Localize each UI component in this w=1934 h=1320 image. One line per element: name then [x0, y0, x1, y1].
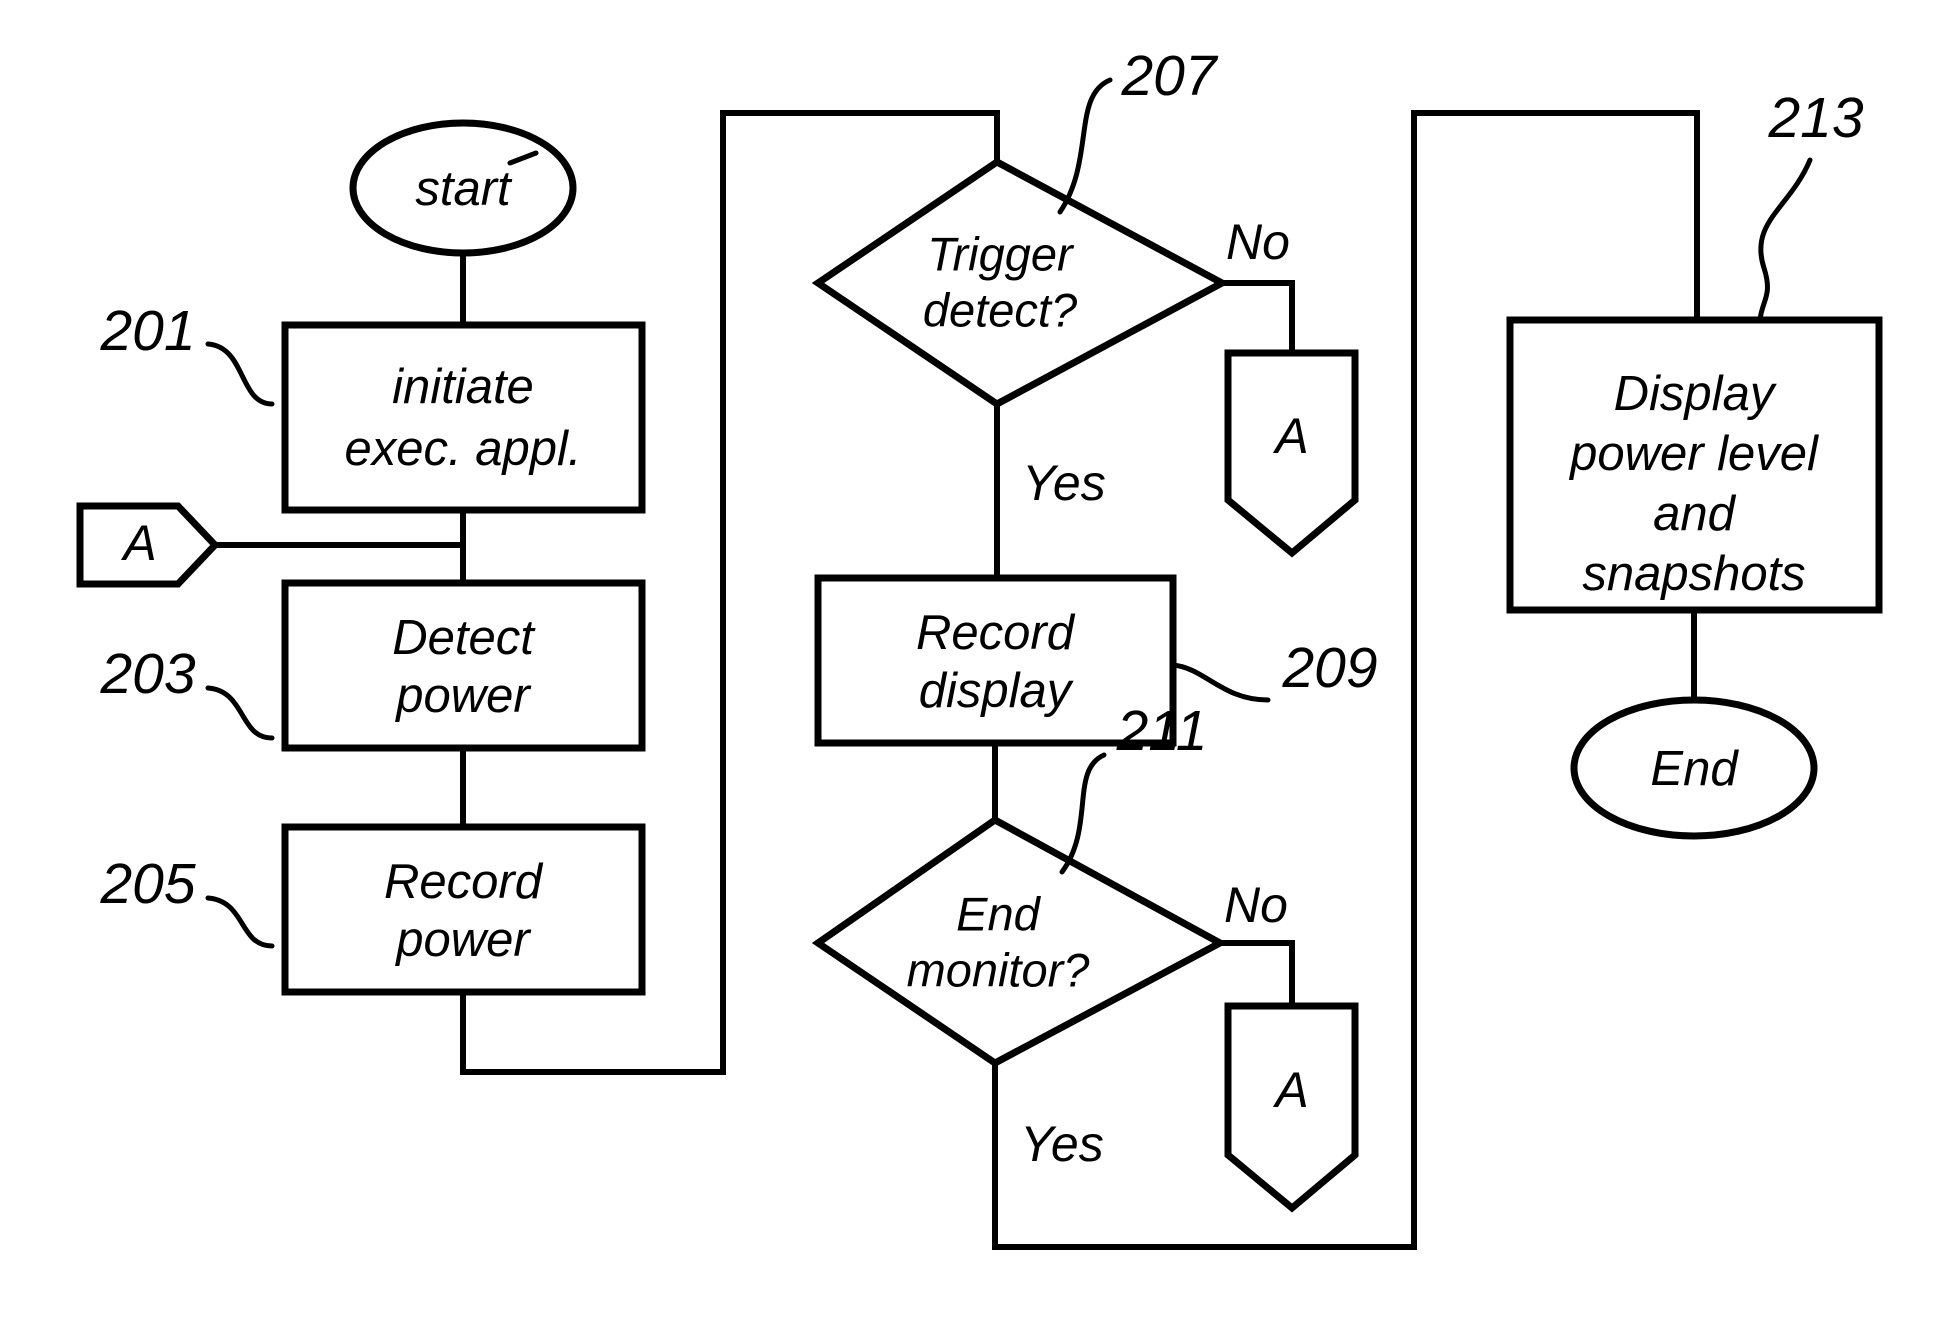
node-end-monitor-label-2: monitor?	[907, 943, 1090, 996]
edge-end-monitor-no-to-connector-a	[1220, 940, 1295, 1006]
leader-line-201	[205, 341, 275, 407]
node-display-results-label-1: Display	[1614, 367, 1777, 421]
node-record-power-label-2: power	[394, 913, 531, 967]
ref-numeral-201: 201	[99, 299, 195, 363]
leader-line-205	[205, 895, 275, 949]
edge-trigger-no-to-connector-a	[1222, 280, 1295, 353]
edge-label-trigger-no: No	[1226, 214, 1290, 270]
ref-numeral-213: 213	[1767, 86, 1863, 150]
node-detect-power-shape	[281, 579, 646, 752]
node-connector-in-a-label: A	[120, 515, 156, 571]
leader-line-213	[1757, 157, 1813, 323]
ref-numeral-211: 211	[1116, 699, 1208, 763]
node-record-display-label-2: display	[919, 664, 1074, 718]
node-end-monitor-label-1: End	[956, 887, 1041, 940]
edge-label-end-monitor-no: No	[1224, 877, 1288, 933]
node-trigger-detect-label-1: Trigger	[927, 227, 1075, 280]
node-display-results-label-4: snapshots	[1582, 547, 1805, 601]
ref-numeral-205: 205	[99, 852, 195, 916]
leader-line-209	[1170, 662, 1271, 703]
node-end-label: End	[1650, 742, 1739, 796]
flowchart-canvas: start initiate exec. appl. 201 A Detect …	[0, 0, 1934, 1320]
leader-line-211	[1059, 752, 1107, 875]
node-display-results-label-3: and	[1653, 487, 1737, 541]
node-connector-out-a-top-label: A	[1272, 408, 1308, 464]
ref-numeral-203: 203	[99, 642, 195, 706]
node-trigger-detect-label-2: detect?	[923, 283, 1077, 336]
leader-line-207	[1057, 77, 1113, 215]
edge-label-trigger-yes: Yes	[1022, 455, 1105, 511]
node-end-monitor-shape	[811, 815, 1228, 1068]
node-record-power-label-1: Record	[384, 855, 544, 909]
node-detect-power-label-2: power	[394, 669, 531, 723]
node-record-display-label-1: Record	[916, 606, 1076, 660]
ref-numeral-209: 209	[1281, 636, 1377, 700]
node-initiate-shape	[281, 321, 646, 514]
node-start-label: start	[415, 162, 513, 216]
node-initiate-label-1: initiate	[392, 360, 534, 414]
node-detect-power-label-1: Detect	[392, 611, 536, 665]
node-initiate-label-2: exec. appl.	[345, 422, 582, 476]
node-display-results-label-2: power level	[1568, 427, 1819, 481]
flowchart-svg: start initiate exec. appl. 201 A Detect …	[76, 44, 1883, 1250]
leader-line-203	[205, 685, 275, 741]
node-connector-out-a-bottom-label: A	[1272, 1062, 1308, 1118]
ref-numeral-207: 207	[1120, 44, 1218, 108]
node-record-power-shape	[281, 823, 646, 996]
edge-label-end-monitor-yes: Yes	[1020, 1116, 1103, 1172]
